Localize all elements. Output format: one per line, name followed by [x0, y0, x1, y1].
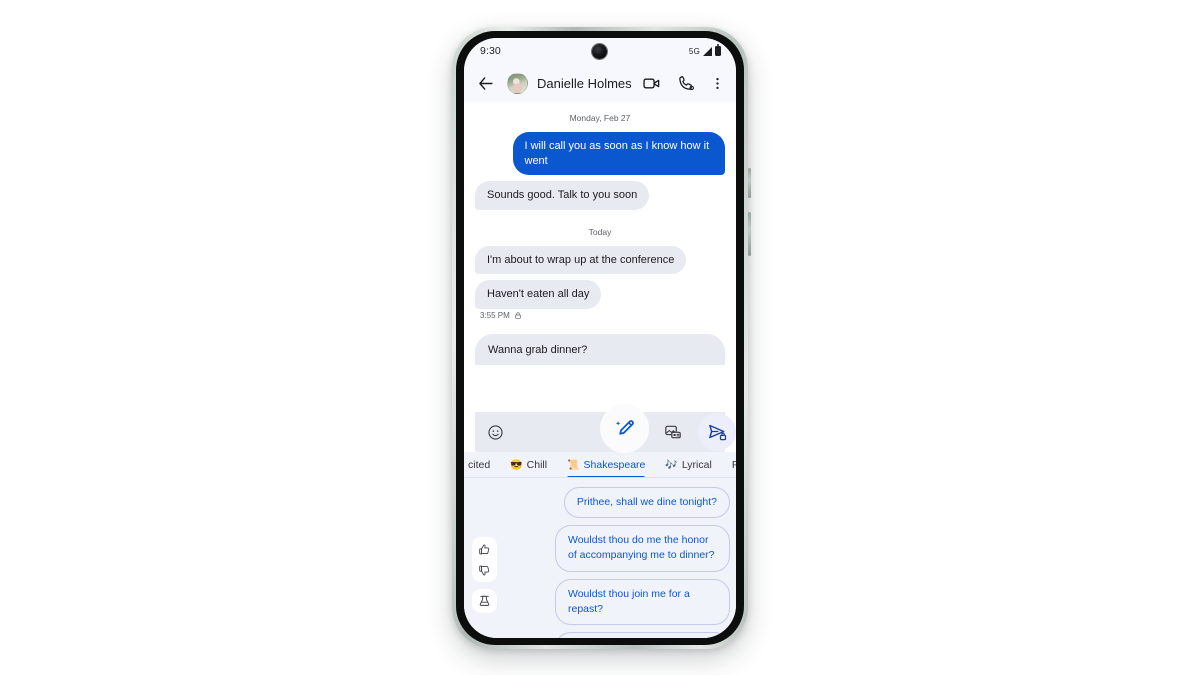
status-time: 9:30: [480, 45, 501, 57]
battery-full-icon: [715, 44, 721, 56]
tab-formal[interactable]: For: [732, 452, 736, 477]
app-bar: Danielle Holmes: [464, 64, 736, 102]
suggestion-chip[interactable]: Wouldst thou join and dine with me tonig…: [555, 632, 730, 638]
lab-card: [472, 589, 497, 613]
date-separator-today: Today: [588, 226, 612, 237]
thumbs-up-button[interactable]: [478, 542, 492, 556]
status-indicators: 5G: [688, 44, 721, 56]
page-title: Danielle Holmes: [537, 75, 632, 91]
message-bubble-incoming[interactable]: Sounds good. Talk to you soon: [475, 181, 650, 210]
style-tabs-scroller[interactable]: cited 😎 Chill 📜 Shakespeare 🎶 Lyrical: [464, 452, 736, 478]
tab-label: Chill: [526, 459, 548, 471]
scroll-emoji-icon: 📜: [567, 459, 580, 471]
thumbs-down-button[interactable]: [478, 563, 492, 577]
tab-shakespeare[interactable]: 📜 Shakespeare: [567, 452, 646, 477]
magic-pencil-icon: [615, 419, 634, 435]
avatar[interactable]: [507, 72, 528, 94]
date-separator-previous: Monday, Feb 27: [569, 113, 631, 123]
tab-label: Shakespeare: [583, 459, 646, 471]
front-camera-icon: [592, 44, 607, 59]
lab-flask-button[interactable]: [478, 594, 492, 608]
tab-chill[interactable]: 😎 Chill: [510, 452, 548, 477]
volume-button[interactable]: [748, 212, 751, 256]
message-row: I'm about to wrap up at the conference: [475, 245, 725, 275]
style-tabs: cited 😎 Chill 📜 Shakespeare 🎶 Lyrical: [464, 452, 736, 477]
tab-label: For: [732, 459, 736, 471]
tab-excited[interactable]: cited: [468, 452, 491, 477]
message-row: Haven't eaten all day: [475, 280, 725, 309]
phone-screen: 9:30 5G Danielle Holmes Monday, Feb 27 I…: [464, 38, 736, 638]
suggestion-chip[interactable]: Prithee, shall we dine tonight?: [563, 487, 730, 519]
feedback-rail: [472, 537, 497, 613]
message-input[interactable]: Wanna grab dinner?: [475, 333, 725, 365]
feedback-card: [472, 537, 497, 582]
lab-flask-icon: [479, 595, 490, 606]
magic-compose-button[interactable]: [600, 404, 649, 453]
power-button[interactable]: [748, 168, 751, 198]
tab-label: cited: [468, 459, 491, 471]
message-timestamp: 3:55 PM: [480, 310, 510, 320]
video-call-icon[interactable]: [642, 74, 661, 93]
message-row: Sounds good. Talk to you soon: [475, 181, 725, 210]
message-row: I will call you as soon as I know how it…: [475, 132, 725, 176]
message-bubble-incoming[interactable]: I'm about to wrap up at the conference: [475, 245, 687, 275]
signal-triangle-icon: [703, 46, 712, 56]
lock-icon: [514, 312, 521, 319]
compose-toolbar: [475, 404, 736, 453]
send-button[interactable]: [698, 413, 736, 451]
thumbs-down-icon: [479, 565, 490, 575]
back-arrow-icon[interactable]: [476, 74, 495, 93]
suggestion-chip[interactable]: Wouldst thou do me the honor of accompan…: [555, 525, 730, 572]
network-type-label: 5G: [688, 46, 700, 56]
thumbs-up-icon: [479, 544, 490, 554]
gallery-image-icon[interactable]: [664, 423, 682, 441]
music-notes-emoji-icon: 🎶: [665, 459, 678, 471]
tab-lyrical[interactable]: 🎶 Lyrical: [665, 452, 712, 477]
tab-label: Lyrical: [681, 459, 712, 471]
message-timestamp-row: 3:55 PM: [475, 309, 725, 320]
suggestion-list: Prithee, shall we dine tonight? Wouldst …: [464, 478, 736, 638]
suggestion-chip[interactable]: Wouldst thou join me for a repast?: [555, 578, 730, 626]
magic-compose-sheet: cited 😎 Chill 📜 Shakespeare 🎶 Lyrical Pr…: [464, 452, 736, 638]
screenshot-canvas: 9:30 5G Danielle Holmes Monday, Feb 27 I…: [0, 0, 1200, 675]
emoji-smiley-icon[interactable]: [487, 424, 504, 441]
sunglasses-emoji-icon: 😎: [510, 459, 523, 471]
message-bubble-outgoing[interactable]: I will call you as soon as I know how it…: [512, 132, 725, 176]
conversation-thread[interactable]: Monday, Feb 27 I will call you as soon a…: [464, 102, 736, 412]
phone-call-icon[interactable]: [677, 74, 696, 93]
more-vertical-icon[interactable]: [710, 74, 725, 93]
message-bubble-incoming[interactable]: Haven't eaten all day: [475, 280, 602, 309]
send-encrypted-icon: [709, 424, 727, 441]
